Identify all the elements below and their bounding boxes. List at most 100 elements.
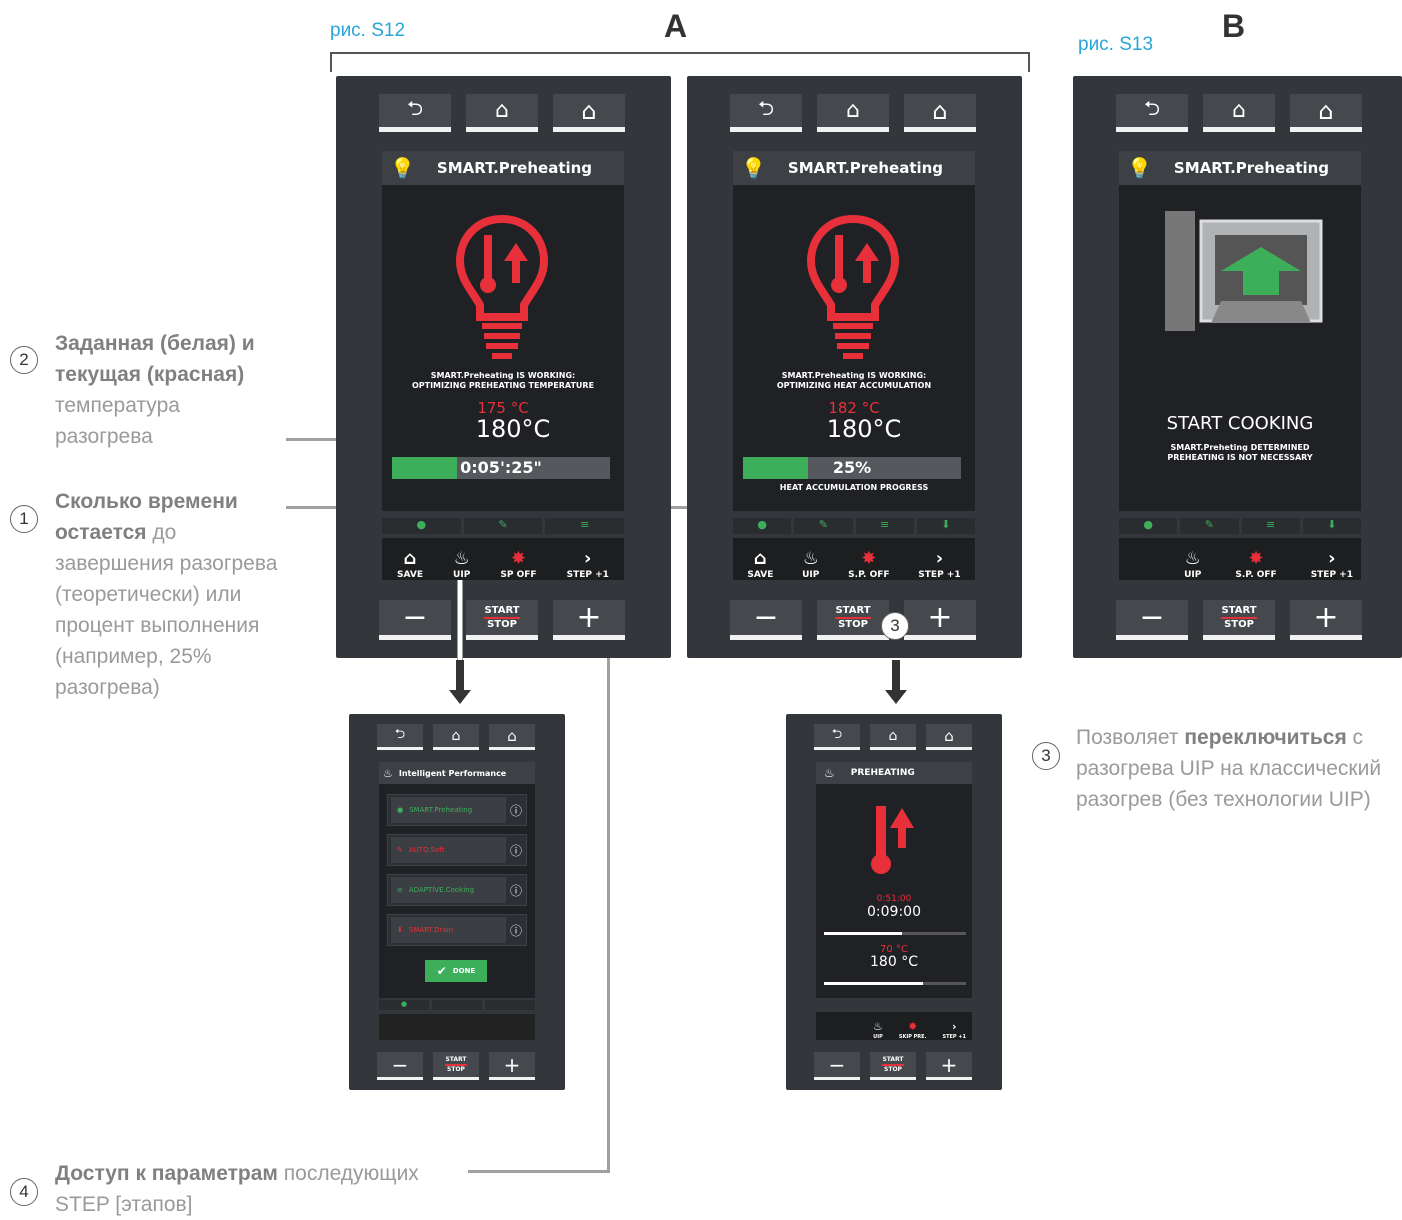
screen-header: 💡 SMART.Preheating [733,151,975,185]
info-icon[interactable]: ⓘ [506,922,526,939]
minus-button[interactable]: − [377,1052,423,1080]
back-button[interactable]: ⮌ [814,724,860,750]
my-home-button[interactable]: ⌂ [870,724,916,750]
time-progress-bar: 0:05':25" [392,457,610,479]
info-icon[interactable]: ⓘ [506,882,526,899]
group-a-bracket [330,52,1030,72]
time-bar [824,932,966,935]
oven-panel-4: ⮌ ⌂ ⌂ ♨ Intelligent Performance ● SMART.Pr… [349,714,565,1090]
time-value: 0:09:00 [867,904,921,920]
bulb-icon: 💡 [390,156,415,180]
plus-button[interactable]: + [553,600,625,640]
minus-button[interactable]: − [1116,600,1188,640]
screen-header: 💡 SMART.Preheating [382,151,624,185]
back-button[interactable]: ⮌ [379,94,451,132]
start-stop-button[interactable]: START STOP [1203,600,1275,640]
home-button[interactable]: ⌂ [553,94,625,132]
bottom-button-row: ⌂ SAVE ♨ UIP ✸ SP OFF › STEP +1 [382,538,624,580]
info-icon[interactable]: ⓘ [506,802,526,819]
status-text: SMART.Preheating IS WORKING: OPTIMIZING P… [411,371,595,390]
smart-preheating-item[interactable]: ● SMART.Preheating ⓘ [387,794,527,826]
progress-label: HEAT ACCUMULATION PROGRESS [779,483,929,492]
plus-button[interactable]: + [926,1052,972,1080]
back-button[interactable]: ⮌ [1116,94,1188,132]
annotation-1: Сколько времени остается до завершения ра… [55,490,278,699]
function-strip: ● ✎ ≡ [382,518,625,534]
callout-4-badge: 4 [10,1178,38,1206]
start-stop-button[interactable]: START STOP [433,1052,479,1080]
plus-button[interactable]: + [1290,600,1362,640]
start-stop-button[interactable]: START STOP [466,600,538,640]
screen-header: ♨ Intelligent Performance [379,762,535,784]
plus-button[interactable]: + [489,1052,535,1080]
plus-button[interactable]: + [904,600,976,640]
smart-drain-item[interactable]: ⬇ SMART.Drain ⓘ [387,914,527,946]
arrow-down-1 [456,660,464,690]
auto-soft-item[interactable]: ✎ AUTO.Soft ⓘ [387,834,527,866]
bulb-icon: 💡 [741,156,766,180]
sp-off-button[interactable]: ✸ S.P. OFF [848,548,889,580]
adaptive-cooking-item[interactable]: ≡ ADAPTIVE.Cooking ⓘ [387,874,527,906]
set-temp: 180°C [475,415,551,443]
start-cooking-text: START COOKING [1166,413,1314,434]
save-button[interactable]: ⌂ SAVE [397,548,423,580]
uip-button[interactable]: ♨ UIP [873,1020,883,1040]
status-text: SMART.Preheating IS WORKING: OPTIMIZING H… [776,371,932,390]
home-button[interactable]: ⌂ [489,724,535,750]
start-stop-button[interactable]: START STOP [870,1052,916,1080]
oven-panel-2: ⮌ ⌂ ⌂ 💡 SMART.Preheating SMART.Preheatin… [687,76,1022,658]
screen-3: 💡 SMART.Preheating START COOKING SMART.P… [1119,151,1361,511]
step-next-button[interactable]: › STEP +1 [567,548,609,580]
callout-4-line [468,1170,610,1173]
start-stop-button[interactable]: START STOP [817,600,889,640]
function-strip: ● [379,1000,535,1010]
screen-header: ♨ PREHEATING [816,762,972,784]
my-home-button[interactable]: ⌂ [466,94,538,132]
bottom-button-row: ♨ UIP ✸ S.P. OFF › STEP +1 [1119,538,1361,580]
screen-4: ♨ Intelligent Performance ● SMART.Preheati… [379,762,535,998]
function-strip: ● ✎ ≡ ⬇ [733,518,975,534]
figure-label-s12: рис. S12 [330,20,406,41]
info-icon[interactable]: ⓘ [506,842,526,859]
function-strip: ● ✎ ≡ ⬇ [1119,518,1361,534]
save-button[interactable]: ⌂ SAVE [747,548,773,580]
uip-button[interactable]: ♨ UIP [453,548,470,580]
oven-panel-5: ⮌ ⌂ ⌂ ♨ PREHEATING 0:51:00 0:09:00 70 °C … [786,714,1002,1090]
sp-off-button[interactable]: ✸ SP OFF [500,548,536,580]
my-home-button[interactable]: ⌂ [433,724,479,750]
thermometer-bulb-icon [455,214,549,359]
minus-button[interactable]: − [379,600,451,640]
my-home-button[interactable]: ⌂ [817,94,889,132]
callout-3-marker: 3 [881,612,909,640]
skip-preheat-button[interactable]: ✸ SKIP PRE. [899,1020,927,1040]
status-text: SMART.Preheting DETERMINED PREHEATING IS … [1167,443,1313,462]
step-next-button[interactable]: › STEP +1 [1311,548,1353,580]
uip-icon: ♨ [383,766,393,780]
heat-progress-bar: 25% [743,457,961,479]
step-next-button[interactable]: › STEP +1 [942,1020,966,1040]
minus-button[interactable]: − [730,600,802,640]
callout-2-badge: 2 [10,346,38,374]
home-button[interactable]: ⌂ [904,94,976,132]
home-button[interactable]: ⌂ [1290,94,1362,132]
my-home-button[interactable]: ⌂ [1203,94,1275,132]
bottom-button-row: ⌂ SAVE ♨ UIP ✸ S.P. OFF › STEP +1 [733,538,975,580]
uip-button[interactable]: ♨ UIP [802,548,819,580]
preheat-icon: ♨ [824,766,835,780]
bottom-button-row: ♨ UIP ✸ SKIP PRE. › STEP +1 [816,1012,972,1040]
screen-title: SMART.Preheating [1173,159,1330,177]
sp-off-button[interactable]: ✸ S.P. OFF [1235,548,1276,580]
minus-button[interactable]: − [814,1052,860,1080]
set-temp: 180°C [826,415,902,443]
temp-bar [824,982,966,985]
home-button[interactable]: ⌂ [926,724,972,750]
screen-title: SMART.Preheating [787,159,944,177]
oven-icon [1165,211,1323,331]
screen-5: ♨ PREHEATING 0:51:00 0:09:00 70 °C 180 °C [816,762,972,998]
step-next-button[interactable]: › STEP +1 [918,548,960,580]
set-temp: 180 °C [870,954,918,970]
uip-button[interactable]: ♨ UIP [1184,548,1201,580]
back-button[interactable]: ⮌ [377,724,423,750]
back-button[interactable]: ⮌ [730,94,802,132]
done-button[interactable]: ✔ DONE [425,960,487,982]
